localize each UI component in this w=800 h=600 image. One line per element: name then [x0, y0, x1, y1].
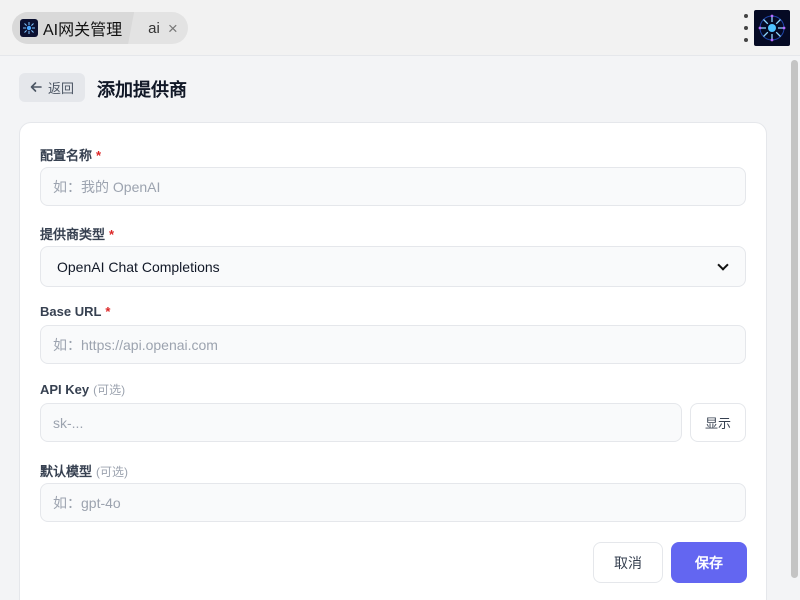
tab-label: AI网关管理	[43, 22, 123, 39]
provider-type-label: 提供商类型 *	[40, 227, 115, 242]
app-logo[interactable]	[754, 10, 790, 46]
scrollbar-thumb[interactable]	[791, 60, 798, 578]
provider-type-select[interactable]: OpenAI Chat Completions	[40, 246, 746, 287]
chevron-down-icon	[717, 258, 729, 271]
close-icon[interactable]: ×	[168, 20, 178, 37]
title-bar: AI网关管理 ai ×	[0, 0, 800, 56]
config-name-input[interactable]	[40, 167, 746, 206]
api-key-input[interactable]	[40, 403, 682, 442]
tab-group: AI网关管理 ai ×	[12, 12, 188, 44]
scrollbar[interactable]	[788, 57, 800, 600]
back-label: 返回	[47, 81, 74, 96]
required-mark: *	[105, 304, 111, 319]
tab-ai-gateway[interactable]: AI网关管理	[12, 12, 134, 44]
required-mark: *	[109, 227, 115, 242]
base-url-label: Base URL *	[40, 304, 111, 319]
optional-note: (可选)	[93, 383, 126, 397]
page-title: 添加提供商	[97, 80, 187, 100]
required-mark: *	[96, 148, 102, 163]
save-button[interactable]: 保存	[671, 542, 747, 583]
show-api-key-button[interactable]: 显示	[690, 403, 746, 442]
optional-note: (可选)	[96, 465, 129, 479]
main-content: 返回 添加提供商 配置名称* 提供商类型* OpenAI Chat Comple…	[0, 57, 788, 600]
default-model-input[interactable]	[40, 483, 746, 522]
api-key-label: API Key (可选)	[40, 382, 126, 397]
provider-type-value: OpenAI Chat Completions	[57, 258, 220, 275]
cancel-button[interactable]: 取消	[593, 542, 663, 583]
arrow-left-icon	[30, 81, 42, 95]
back-button[interactable]: 返回	[19, 73, 85, 102]
tab-ai[interactable]: ai ×	[134, 12, 188, 44]
base-url-input[interactable]	[40, 325, 746, 364]
app-icon	[20, 19, 38, 37]
provider-form: 配置名称* 提供商类型* OpenAI Chat Completions Bas…	[19, 122, 767, 600]
default-model-label: 默认模型 (可选)	[40, 464, 129, 479]
more-options-icon[interactable]	[742, 14, 750, 42]
tab-label: ai	[148, 19, 160, 37]
name-label: 配置名称 *	[40, 148, 102, 163]
